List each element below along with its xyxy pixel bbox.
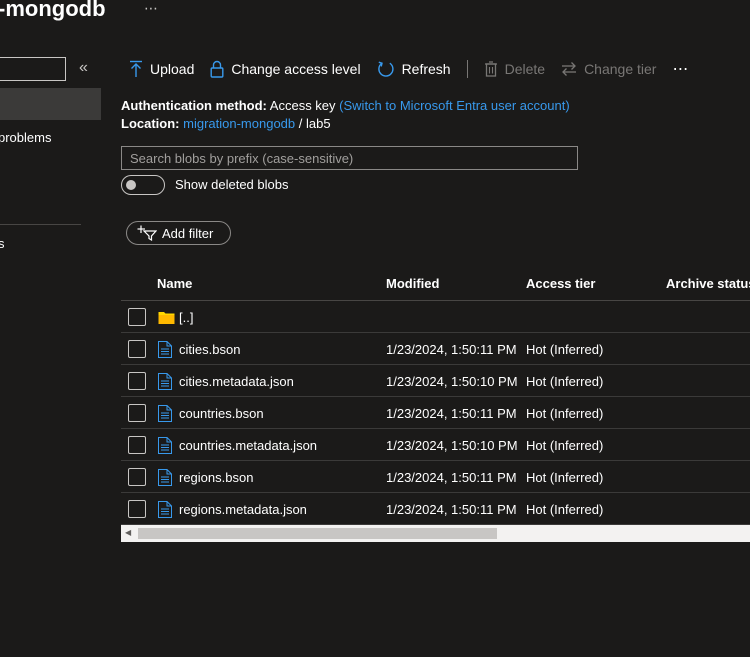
row-checkbox[interactable] — [128, 500, 146, 518]
file-icon — [158, 501, 172, 518]
page-title: -mongodb — [0, 0, 106, 21]
breadcrumb-separator: / — [298, 116, 303, 131]
auth-method-label: Authentication method: — [121, 98, 267, 113]
toolbar: Upload Change access level Refresh Delet… — [121, 56, 697, 82]
refresh-button[interactable]: Refresh — [369, 56, 459, 82]
auth-method-value: Access key — [269, 98, 336, 113]
blob-access-tier: Hot (Inferred) — [526, 406, 604, 421]
row-checkbox[interactable] — [128, 436, 146, 454]
table-row[interactable]: countries.metadata.json 1/23/2024, 1:50:… — [121, 429, 750, 461]
blob-access-tier: Hot (Inferred) — [526, 502, 604, 517]
change-access-label: Change access level — [231, 61, 361, 77]
delete-label: Delete — [504, 61, 546, 77]
file-icon — [158, 405, 172, 422]
location-label: Location: — [121, 116, 180, 131]
upload-icon — [130, 60, 142, 77]
upload-label: Upload — [150, 61, 195, 77]
blob-modified: 1/23/2024, 1:50:10 PM — [386, 374, 518, 389]
location-line: Location: migration-mongodb / lab5 — [121, 116, 331, 131]
table-row[interactable]: cities.bson 1/23/2024, 1:50:11 PM Hot (I… — [121, 333, 750, 365]
blob-access-tier: Hot (Inferred) — [526, 342, 604, 357]
add-filter-label: Add filter — [162, 225, 214, 241]
row-checkbox[interactable] — [128, 468, 146, 486]
lock-icon — [210, 60, 224, 78]
swap-arrows-icon — [562, 62, 577, 76]
delete-button[interactable]: Delete — [476, 56, 553, 82]
toolbar-more-icon[interactable]: ⋯ — [664, 59, 697, 79]
table-row[interactable]: regions.metadata.json 1/23/2024, 1:50:11… — [121, 493, 750, 525]
file-icon — [158, 341, 172, 358]
refresh-label: Refresh — [401, 61, 451, 77]
blob-access-tier: Hot (Inferred) — [526, 374, 604, 389]
blob-name-link[interactable]: countries.metadata.json — [179, 438, 317, 453]
container-breadcrumb-link[interactable]: migration-mongodb — [183, 116, 295, 131]
column-header-modified[interactable]: Modified — [386, 276, 439, 291]
row-checkbox[interactable] — [128, 404, 146, 422]
nav-item-diagnose-problems[interactable]: problems — [0, 130, 51, 145]
row-checkbox[interactable] — [128, 340, 146, 358]
blob-modified: 1/23/2024, 1:50:10 PM — [386, 438, 518, 453]
folder-icon — [158, 312, 175, 324]
add-filter-icon — [137, 225, 157, 241]
table-row[interactable]: regions.bson 1/23/2024, 1:50:11 PM Hot (… — [121, 461, 750, 493]
file-icon — [158, 373, 172, 390]
add-filter-button[interactable]: Add filter — [126, 221, 231, 245]
change-access-level-button[interactable]: Change access level — [202, 56, 368, 82]
blob-name-link[interactable]: regions.metadata.json — [179, 502, 307, 517]
blob-access-tier: Hot (Inferred) — [526, 470, 604, 485]
blob-name-link[interactable]: countries.bson — [179, 406, 264, 421]
column-header-access-tier[interactable]: Access tier — [526, 276, 595, 291]
blob-name-link[interactable]: cities.metadata.json — [179, 374, 294, 389]
nav-item-selected[interactable] — [0, 88, 101, 120]
row-checkbox[interactable] — [128, 308, 146, 326]
toggle-knob — [126, 180, 136, 190]
table-row[interactable]: countries.bson 1/23/2024, 1:50:11 PM Hot… — [121, 397, 750, 429]
file-icon — [158, 469, 172, 486]
collapse-menu-icon[interactable]: « — [79, 59, 88, 77]
column-header-name[interactable]: Name — [157, 276, 192, 291]
scroll-left-arrow-icon[interactable]: ◀ — [125, 528, 131, 537]
column-header-archive-status[interactable]: Archive status — [666, 276, 750, 291]
blob-name-link[interactable]: regions.bson — [179, 470, 253, 485]
file-icon — [158, 437, 172, 454]
table-row[interactable]: cities.metadata.json 1/23/2024, 1:50:10 … — [121, 365, 750, 397]
parent-directory-link[interactable]: [..] — [179, 310, 193, 325]
nav-divider — [0, 224, 81, 225]
blob-modified: 1/23/2024, 1:50:11 PM — [386, 342, 517, 357]
change-tier-button[interactable]: Change tier — [553, 56, 664, 82]
auth-method-line: Authentication method: Access key (Switc… — [121, 98, 570, 113]
refresh-icon — [377, 61, 394, 77]
blob-modified: 1/23/2024, 1:50:11 PM — [386, 406, 517, 421]
toolbar-separator — [466, 60, 468, 78]
blob-modified: 1/23/2024, 1:50:11 PM — [386, 502, 517, 517]
search-blobs-input[interactable] — [121, 146, 578, 170]
upload-button[interactable]: Upload — [121, 56, 202, 82]
show-deleted-label: Show deleted blobs — [175, 177, 289, 192]
row-checkbox[interactable] — [128, 372, 146, 390]
horizontal-scrollbar[interactable]: ◀ — [121, 525, 750, 542]
scrollbar-thumb[interactable] — [138, 528, 497, 539]
switch-auth-link[interactable]: (Switch to Microsoft Entra user account) — [339, 98, 569, 113]
nav-item-truncated[interactable]: s — [0, 236, 5, 251]
show-deleted-toggle[interactable] — [121, 175, 165, 195]
change-tier-label: Change tier — [584, 61, 657, 77]
more-options-icon[interactable]: ⋯ — [144, 0, 159, 17]
folder-breadcrumb: lab5 — [306, 116, 331, 131]
blob-modified: 1/23/2024, 1:50:11 PM — [386, 470, 517, 485]
trash-icon — [484, 61, 497, 77]
blob-name-link[interactable]: cities.bson — [179, 342, 240, 357]
table-row-parent[interactable]: [..] — [121, 301, 750, 333]
blob-access-tier: Hot (Inferred) — [526, 438, 604, 453]
nav-search-input[interactable] — [0, 57, 66, 81]
